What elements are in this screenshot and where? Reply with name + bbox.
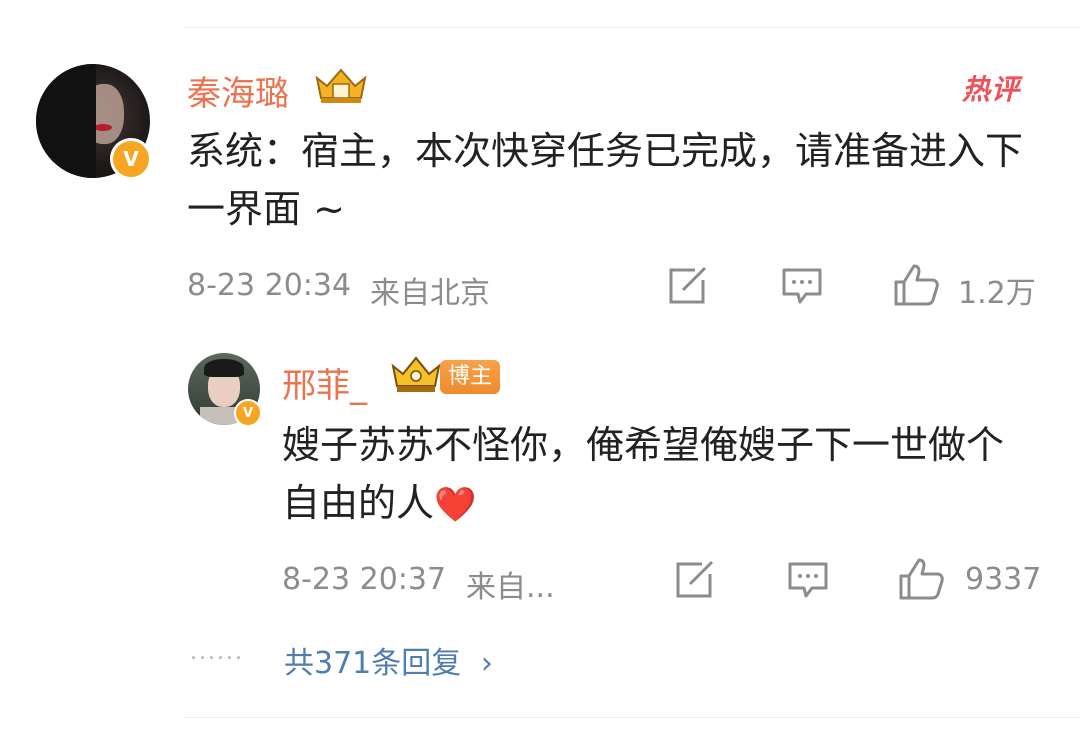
- view-replies-link[interactable]: 共371条回复 ›: [284, 638, 493, 682]
- reply-crown-badge-icon: [391, 356, 441, 392]
- comment-text[interactable]: 系统：宿主，本次快穿任务已完成，请准备进入下一界面 ~: [187, 122, 1049, 238]
- top-divider: [185, 27, 1080, 28]
- reply-text[interactable]: 嫂子苏苏不怪你，俺希望俺嫂子下一世做个自由的人❤️: [282, 416, 1022, 534]
- heart-emoji: ❤️: [434, 485, 477, 525]
- reply-time: 8-23 20:37: [282, 562, 447, 597]
- like-icon[interactable]: [892, 262, 940, 308]
- reply-like-icon[interactable]: [897, 556, 945, 602]
- username[interactable]: 秦海璐: [187, 66, 289, 115]
- hot-comment-label: 热评: [962, 73, 1021, 106]
- view-replies-label: 共371条回复: [284, 646, 462, 681]
- avatar[interactable]: V: [36, 64, 152, 180]
- comment-location: 来自北京: [370, 276, 490, 311]
- crown-badge-icon: [315, 68, 367, 103]
- reply-avatar[interactable]: V: [188, 353, 262, 427]
- share-icon[interactable]: [665, 266, 709, 306]
- chevron-right-icon: ›: [480, 646, 493, 681]
- reply-location: 来自...: [466, 570, 555, 605]
- comment-icon[interactable]: [780, 266, 824, 306]
- reply-share-icon[interactable]: [672, 560, 716, 600]
- reply-like-count: 9337: [965, 562, 1042, 597]
- verified-v-icon: V: [110, 138, 152, 180]
- reply-username[interactable]: 邢菲_: [282, 358, 367, 407]
- comment-time: 8-23 20:34: [187, 268, 352, 303]
- like-count: 1.2万: [958, 276, 1036, 311]
- bottom-divider: [185, 717, 1080, 718]
- reply-comment-icon[interactable]: [786, 560, 830, 600]
- blogger-tag: 博主: [440, 360, 501, 394]
- more-dots: ......: [190, 640, 244, 665]
- reply-verified-v-icon: V: [234, 399, 262, 427]
- reply-text-body: 嫂子苏苏不怪你，俺希望俺嫂子下一世做个自由的人: [282, 423, 1005, 525]
